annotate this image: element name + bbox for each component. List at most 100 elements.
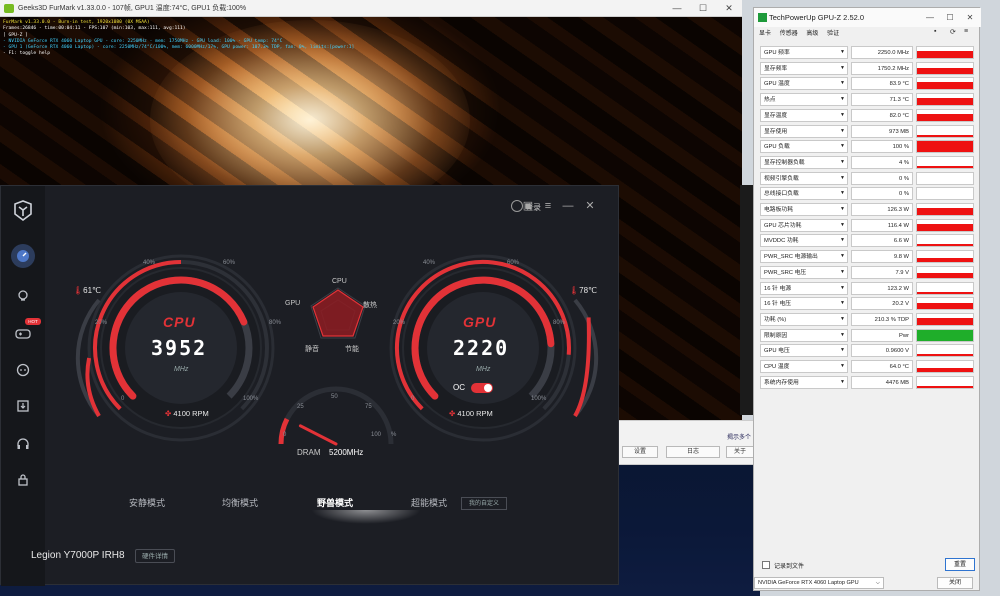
close-icon[interactable]: ✕	[583, 198, 597, 214]
sensor-label[interactable]: 限制原因	[760, 328, 848, 342]
chevron-down-icon[interactable]: ▼	[840, 285, 845, 291]
sensor-value: 64.0 °C	[851, 360, 913, 373]
chevron-down-icon[interactable]: ▼	[840, 300, 845, 306]
sensor-label[interactable]: PWR_SRC 电压	[760, 265, 848, 279]
sensor-label[interactable]: 显存控制器负载	[760, 155, 848, 169]
sensor-label[interactable]: 显存使用	[760, 124, 848, 138]
bulb-icon	[18, 290, 28, 301]
sidebar-item-games[interactable]	[11, 322, 35, 346]
minimize-icon[interactable]: —	[920, 8, 940, 27]
sensor-label[interactable]: 电路板功耗	[760, 203, 848, 216]
tab-graphics-card[interactable]: 显卡	[759, 31, 771, 37]
log-to-file[interactable]: 记录到文件	[762, 561, 804, 570]
sidebar-item-assistant[interactable]	[11, 358, 35, 382]
sensor-label[interactable]: 显存频率	[760, 61, 848, 75]
menu-icon[interactable]: ≡	[964, 28, 968, 35]
sensor-label[interactable]: CPU 温度	[760, 360, 848, 373]
sidebar-item-audio[interactable]	[11, 432, 35, 456]
mode-quiet[interactable]: 安静模式	[129, 496, 165, 509]
chevron-down-icon[interactable]: ▼	[840, 269, 845, 275]
camera-icon[interactable]: ▪	[934, 28, 936, 35]
chevron-down-icon[interactable]: ▼	[840, 96, 845, 102]
sensor-label[interactable]: 16 针 电源	[760, 281, 848, 295]
sensor-label[interactable]: GPU 电压	[760, 344, 848, 358]
gpuz-tabs: 显卡 传感器 高级 验证	[754, 27, 981, 41]
sensor-label[interactable]: 总线接口负载	[760, 187, 848, 201]
sensor-label[interactable]: MVDDC 功耗	[760, 234, 848, 248]
sensor-label[interactable]: GPU 负载	[760, 140, 848, 154]
sensor-label[interactable]: PWR_SRC 电源输出	[760, 250, 848, 264]
chevron-down-icon[interactable]: ▼	[840, 65, 845, 71]
log-button[interactable]: 日志	[666, 446, 720, 458]
chevron-down-icon[interactable]: ▼	[840, 332, 845, 338]
gpu-tick: 100%	[531, 396, 547, 402]
chevron-down-icon[interactable]: ▼	[840, 112, 845, 118]
chevron-down-icon[interactable]: ▼	[840, 206, 845, 212]
chevron-down-icon[interactable]: ▼	[840, 143, 845, 149]
tab-sensors[interactable]: 传感器	[780, 31, 798, 37]
oc-toggle[interactable]	[471, 383, 493, 393]
chevron-down-icon[interactable]: ▼	[840, 175, 845, 181]
sensor-label[interactable]: 16 针 电压	[760, 297, 848, 311]
mode-extreme[interactable]: 超能模式	[411, 496, 447, 509]
sensor-row: 功耗 (%) ▼ 210.3 % TDP	[760, 312, 974, 328]
furmark-titlebar[interactable]: Geeks3D FurMark v1.33.0.0 - 107帧, GPU1 温…	[0, 0, 742, 17]
sensor-label[interactable]: GPU 芯片功耗	[760, 218, 848, 232]
maximize-icon[interactable]: ☐	[940, 8, 960, 27]
maximize-icon[interactable]: ☐	[690, 0, 716, 17]
sensor-label[interactable]: 热点	[760, 93, 848, 107]
sidebar-item-lighting[interactable]	[11, 284, 35, 308]
sensor-label[interactable]: 显存温度	[760, 108, 848, 122]
store-icon[interactable]: ▣	[521, 198, 535, 214]
sensor-label[interactable]: 系统内存使用	[760, 375, 848, 389]
log-checkbox[interactable]	[762, 561, 770, 569]
sensor-label[interactable]: 功耗 (%)	[760, 312, 848, 326]
chevron-down-icon[interactable]: ▼	[840, 237, 845, 243]
sensor-label[interactable]: GPU 频率	[760, 46, 848, 59]
chevron-down-icon[interactable]: ▼	[840, 159, 845, 165]
close-icon[interactable]: ✕	[960, 8, 980, 27]
sensor-graph	[916, 312, 974, 326]
sidebar-item-update[interactable]	[11, 394, 35, 418]
chevron-down-icon[interactable]: ▼	[840, 80, 845, 86]
close-button[interactable]: 关闭	[937, 577, 973, 589]
sensor-graph-fill	[917, 329, 973, 341]
minimize-icon[interactable]: —	[561, 198, 575, 214]
sidebar-item-performance[interactable]	[11, 244, 35, 268]
minimize-icon[interactable]: —	[664, 0, 690, 17]
radar-label-quiet: 静音	[305, 346, 319, 353]
sensor-label[interactable]: 视频引擎负载	[760, 171, 848, 185]
sidebar-item-security[interactable]	[11, 468, 35, 492]
chevron-down-icon[interactable]: ▼	[840, 363, 845, 369]
tab-validation[interactable]: 验证	[827, 31, 839, 37]
mode-beast[interactable]: 野兽模式	[317, 496, 353, 509]
reset-button[interactable]: 重置	[945, 558, 975, 571]
refresh-icon[interactable]: ⟳	[950, 28, 956, 36]
sensor-graph	[916, 203, 974, 216]
mode-radar: CPU 散热 节能 静音 GPU	[283, 278, 393, 368]
background-window-link[interactable]: 揭示多个	[727, 434, 751, 442]
custom-mode-button[interactable]: 我的自定义	[461, 497, 507, 510]
chevron-down-icon[interactable]: ▼	[840, 190, 845, 196]
about-button[interactable]: 关于	[726, 446, 754, 458]
chevron-down-icon[interactable]: ▼	[840, 222, 845, 228]
sensor-label[interactable]: GPU 温度	[760, 77, 848, 91]
chevron-down-icon[interactable]: ▼	[840, 316, 845, 322]
gpu-select[interactable]: NVIDIA GeForce RTX 4060 Laptop GPU ⌵	[754, 577, 884, 589]
mode-balanced[interactable]: 均衡模式	[222, 496, 258, 509]
cpu-gauge: CPU 3952 MHz 40% 60% 20% 80% 0 100% ✤ 41…	[81, 248, 281, 448]
sensor-row: 视频引擎负载 ▼ 0 %	[760, 171, 974, 187]
close-icon[interactable]: ✕	[716, 0, 742, 17]
sensor-value: 116.4 W	[851, 218, 913, 232]
chevron-down-icon[interactable]: ▼	[840, 49, 845, 55]
chevron-down-icon[interactable]: ▼	[840, 253, 845, 259]
chevron-down-icon[interactable]: ▼	[840, 128, 845, 134]
hardware-details-button[interactable]: 硬件详情	[135, 549, 175, 563]
chevron-down-icon[interactable]: ▼	[840, 347, 845, 353]
sensor-value: 71.3 °C	[851, 93, 913, 107]
sensor-graph	[916, 171, 974, 185]
settings-button[interactable]: 设置	[622, 446, 658, 458]
chevron-down-icon[interactable]: ▼	[840, 379, 845, 385]
menu-icon[interactable]: ≡	[541, 198, 555, 214]
tab-advanced[interactable]: 高级	[806, 31, 818, 37]
